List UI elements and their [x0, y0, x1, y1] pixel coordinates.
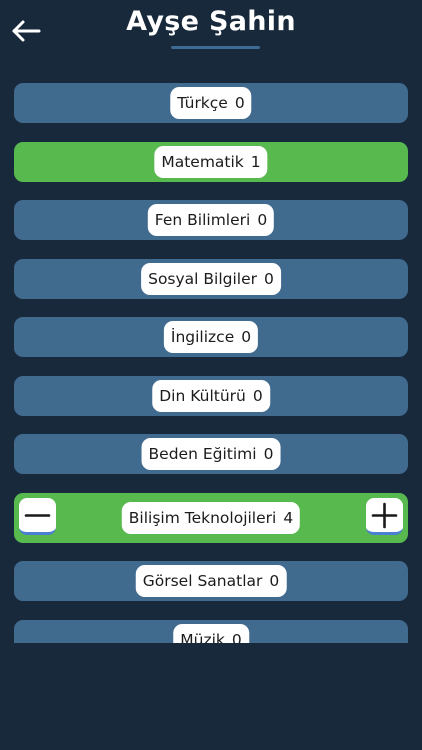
- title-underline: [171, 46, 260, 49]
- subject-count: 0: [264, 270, 274, 288]
- subject-count: 0: [269, 572, 280, 590]
- subject-count: 1: [250, 153, 261, 171]
- subject-name: Görsel Sanatlar: [142, 572, 263, 590]
- subject-list[interactable]: Türkçe 0 Matematik 1 Fen Bilimleri 0 Sosyal…: [0, 0, 422, 643]
- plus-icon: [371, 502, 398, 529]
- decrement-button[interactable]: [19, 498, 56, 535]
- subject-row-muzik[interactable]: Müzik 0: [14, 620, 408, 643]
- subject-pill: Beden Eğitimi 0: [141, 438, 281, 470]
- subject-count: 0: [241, 328, 252, 346]
- subject-pill: İngilizce 0: [163, 321, 259, 353]
- subject-pill: Fen Bilimleri 0: [147, 204, 275, 236]
- subject-count: 0: [263, 445, 274, 463]
- subject-count: 0: [234, 94, 245, 112]
- subject-row-turkce[interactable]: Türkçe 0: [14, 83, 408, 123]
- subject-row-beden-egitimi[interactable]: Beden Eğitimi 0: [14, 434, 408, 474]
- minus-icon: [24, 514, 51, 517]
- subject-name: Bilişim Teknolojileri: [128, 509, 277, 527]
- subject-pill: Görsel Sanatlar 0: [135, 565, 287, 597]
- subject-row-matematik[interactable]: Matematik 1: [14, 142, 408, 182]
- subject-pill: Bilişim Teknolojileri 4: [121, 502, 301, 534]
- subject-pill: Müzik 0: [173, 624, 249, 643]
- subject-row-ingilizce[interactable]: İngilizce 0: [14, 317, 408, 357]
- subject-name: Müzik: [180, 631, 225, 643]
- subject-pill: Din Kültürü 0: [152, 380, 270, 412]
- subject-row-bilisim-teknolojileri[interactable]: Bilişim Teknolojileri 4: [14, 493, 408, 543]
- subject-pill: Sosyal Bilgiler 0: [141, 263, 281, 295]
- subject-count: 0: [252, 387, 263, 405]
- subject-name: Sosyal Bilgiler: [148, 270, 258, 288]
- subject-pill: Türkçe 0: [170, 87, 252, 119]
- page-title: Ayşe Şahin: [126, 6, 296, 37]
- subject-row-gorsel-sanatlar[interactable]: Görsel Sanatlar 0: [14, 561, 408, 601]
- subject-row-fen-bilimleri[interactable]: Fen Bilimleri 0: [14, 200, 408, 240]
- subject-row-sosyal-bilgiler[interactable]: Sosyal Bilgiler 0: [14, 259, 408, 299]
- subject-name: Fen Bilimleri: [154, 211, 251, 229]
- subject-count: 4: [283, 509, 294, 527]
- subject-pill: Matematik 1: [154, 146, 268, 178]
- subject-name: Matematik: [161, 153, 244, 171]
- subject-count: 0: [231, 631, 242, 643]
- header: Ayşe Şahin: [0, 0, 422, 62]
- subject-name: Din Kültürü: [159, 387, 246, 405]
- subject-name: Türkçe: [177, 94, 228, 112]
- subject-count: 0: [257, 211, 268, 229]
- increment-button[interactable]: [366, 498, 403, 535]
- subject-row-din-kulturu[interactable]: Din Kültürü 0: [14, 376, 408, 416]
- subject-name: İngilizce: [170, 328, 235, 346]
- subject-name: Beden Eğitimi: [148, 445, 257, 463]
